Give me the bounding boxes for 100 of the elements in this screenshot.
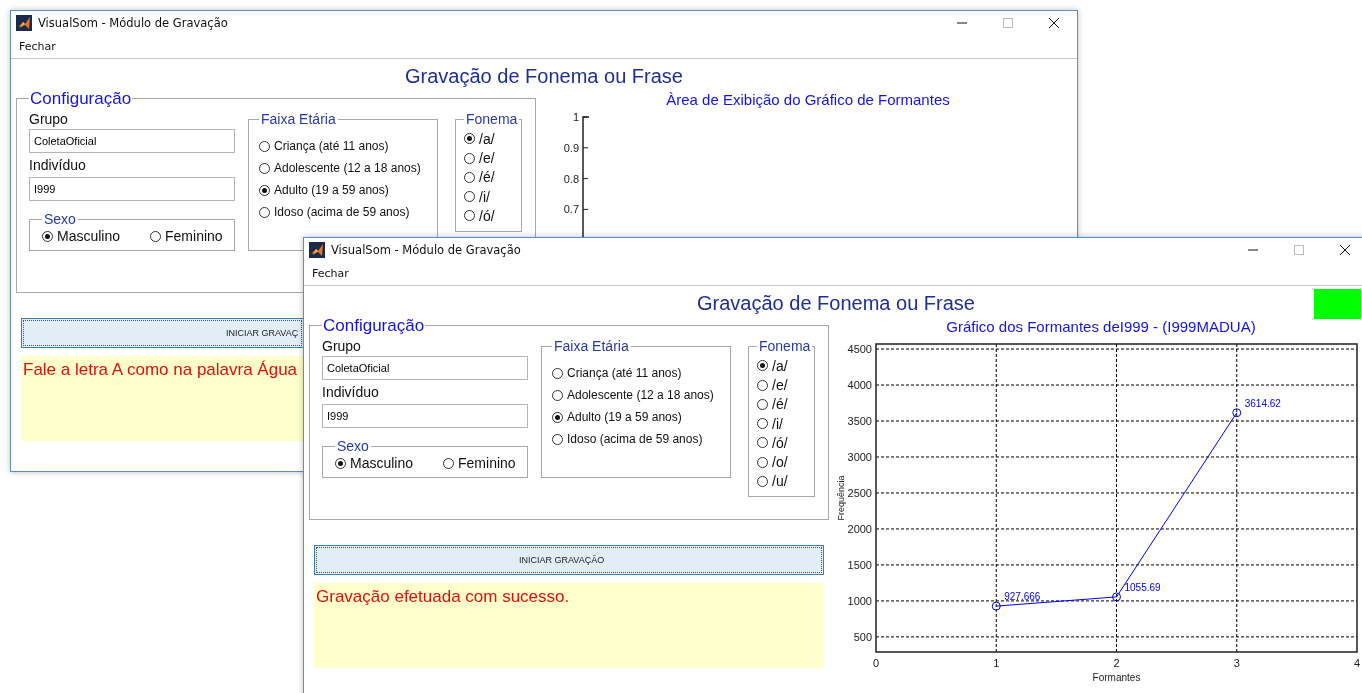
radio-button[interactable] [464,171,475,183]
radio-option[interactable]: /é/ [757,395,814,413]
x-tick-label: 3 [1233,657,1240,669]
chart-title: Àrea de Exibição do Gráfico de Formantes [665,91,951,109]
group-title: Fonema [465,110,519,128]
radio-button[interactable] [552,411,563,423]
radio-option[interactable]: /e/ [757,376,814,394]
radio-option[interactable]: Idoso (acima de 59 anos) [259,204,437,220]
radio-label: Criança (até 11 anos) [567,366,682,380]
radio-option[interactable]: /o/ [757,453,814,471]
radio-option[interactable]: Idoso (acima de 59 anos) [552,431,730,447]
radio-button[interactable] [464,152,475,164]
radio-button[interactable] [150,230,162,242]
radio-label: /u/ [772,473,788,490]
radio-button[interactable] [259,184,270,196]
radio-option[interactable]: /u/ [757,472,814,490]
radio-button[interactable] [259,140,270,152]
radio-option[interactable]: Feminino [443,455,516,471]
radio-button[interactable] [552,367,563,379]
y-tick-label: 0.8 [563,172,579,185]
radio-label: Adolescente (12 a 18 anos) [567,388,714,402]
radio-button[interactable] [259,206,270,218]
data-point [1232,408,1242,418]
page-heading: Gravação de Fonema ou Frase [404,64,684,89]
input-field[interactable]: ColetaOficial [322,356,528,380]
radio-label: /o/ [772,454,788,470]
field-label: Grupo [29,110,69,128]
radio-button[interactable] [464,133,475,145]
group-title: Sexo [336,437,370,455]
radio-button[interactable] [757,360,768,372]
y-tick-label: 3500 [847,415,872,427]
panel-title: Configuração [29,89,133,108]
y-axis-label: Frequência [836,475,846,521]
radio-label: Masculino [350,455,414,471]
y-tick-label: 3000 [847,451,872,463]
y-tick-label: 1000 [847,594,872,607]
radio-option[interactable]: Masculino [42,228,121,244]
radio-button[interactable] [552,389,563,401]
radio-option[interactable]: Adolescente (12 a 18 anos) [259,160,437,176]
radio-option[interactable]: /ó/ [464,207,521,225]
status-message: Gravação efetuada com sucesso. [316,587,570,606]
radio-button[interactable] [259,162,270,174]
y-tick-label: 1500 [847,558,872,571]
radio-button[interactable] [757,456,768,468]
radio-label: /a/ [772,357,788,374]
radio-option[interactable]: Feminino [150,228,223,244]
radio-button[interactable] [757,398,768,410]
radio-button[interactable] [335,457,346,469]
radio-label: Idoso (acima de 59 anos) [274,205,410,219]
radio-option[interactable]: /i/ [757,415,814,432]
radio-button[interactable] [443,457,455,469]
menu-item[interactable]: Fechar [19,40,56,53]
radio-option[interactable]: /i/ [464,188,521,205]
radio-label: Criança (até 11 anos) [274,139,389,153]
input-field[interactable]: I999 [29,177,235,201]
radio-label: /e/ [772,377,788,393]
radio-label: /é/ [772,396,788,413]
radio-label: /e/ [479,150,495,166]
radio-button[interactable] [757,437,768,449]
y-tick-label: 4000 [847,379,872,391]
group-title: Fonema [758,337,812,355]
status-message: Fale a letra A como na palavra Água [23,360,298,379]
radio-option[interactable]: Adulto (19 a 59 anos) [259,182,437,198]
radio-button[interactable] [464,191,475,202]
radio-button[interactable] [757,418,768,429]
y-tick-label: 1 [572,111,579,123]
radio-option[interactable]: Masculino [335,455,414,471]
x-tick-label: 2 [1113,657,1120,669]
radio-option[interactable]: /é/ [464,168,521,186]
radio-option[interactable]: /a/ [464,130,521,148]
input-field[interactable]: ColetaOficial [29,129,235,153]
radio-button[interactable] [757,475,768,487]
window-title: VisualSom - Módulo de Gravação [331,243,522,257]
radio-button[interactable] [552,433,563,445]
radio-option[interactable]: Adulto (19 a 59 anos) [552,409,730,425]
radio-option[interactable]: /a/ [757,357,814,375]
x-tick-label: 0 [872,657,880,669]
input-field[interactable]: I999 [322,404,528,428]
data-point [991,601,1001,611]
data-label: 3614.62 [1244,397,1281,409]
group-title: Sexo [43,210,77,228]
record-button[interactable]: INICIAR GRAVAÇÃO [314,545,824,575]
field-label: Indivíduo [29,156,87,174]
radio-option[interactable]: /ó/ [757,434,814,452]
menu-item[interactable]: Fechar [312,267,349,280]
radio-label: /ó/ [479,207,495,224]
radio-label: /i/ [772,415,783,432]
radio-button[interactable] [42,230,53,242]
radio-option[interactable]: Criança (até 11 anos) [259,138,437,154]
radio-option[interactable]: Adolescente (12 a 18 anos) [552,387,730,403]
radio-label: Adulto (19 a 59 anos) [567,410,682,424]
radio-option[interactable]: Criança (até 11 anos) [552,365,730,381]
radio-option[interactable]: /e/ [464,149,521,167]
radio-label: Adulto (19 a 59 anos) [274,183,389,197]
y-tick-label: 2000 [847,522,872,535]
radio-label: /i/ [479,188,490,205]
record-button[interactable]: INICIAR GRAVAÇ [21,318,304,348]
radio-button[interactable] [757,379,768,391]
x-axis-label: Formantes [1092,672,1141,683]
radio-button[interactable] [464,210,475,222]
